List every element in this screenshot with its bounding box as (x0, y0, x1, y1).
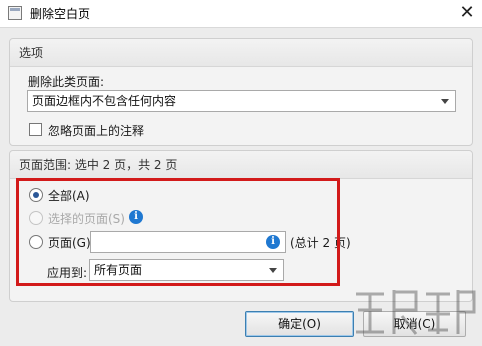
ignore-annotations-checkbox[interactable] (29, 123, 42, 136)
window-title: 删除空白页 (30, 7, 91, 21)
ok-button[interactable]: 确定(O) (245, 311, 354, 337)
watermark-logo (356, 290, 476, 335)
chevron-down-icon (441, 99, 449, 104)
page-range-header: 页面范围: 选中 2 页，共 2 页 (10, 151, 472, 179)
close-icon[interactable]: ✕ (452, 0, 482, 27)
title-bar: 删除空白页 ✕ (0, 0, 482, 27)
delete-type-label: 删除此类页面: (28, 75, 105, 89)
highlight-box (16, 178, 340, 286)
delete-type-value: 页面边框内不包含任何内容 (32, 94, 177, 108)
options-group-header: 选项 (10, 39, 472, 67)
ignore-annotations-label[interactable]: 忽略页面上的注释 (48, 122, 144, 139)
delete-type-dropdown[interactable]: 页面边框内不包含任何内容 (27, 90, 456, 112)
document-icon (8, 6, 22, 20)
